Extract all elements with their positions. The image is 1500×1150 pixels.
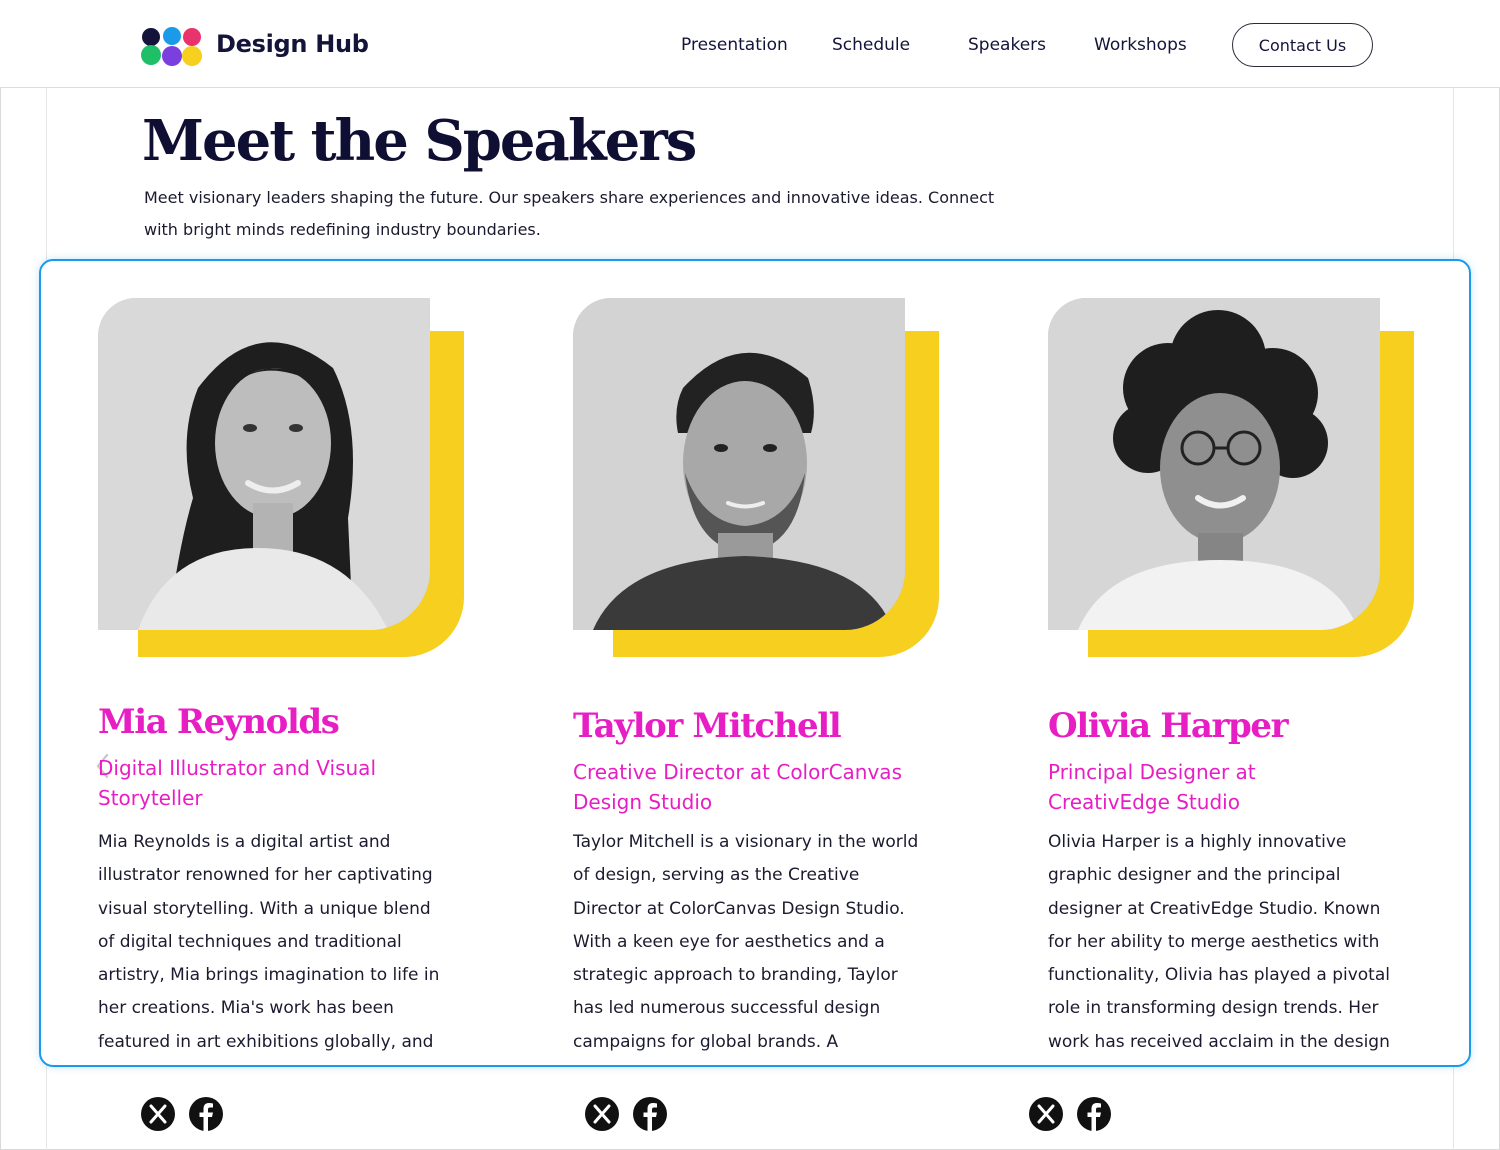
- speaker-name: Taylor Mitchell: [573, 706, 842, 746]
- portrait-woman-long-hair-icon: [98, 298, 430, 630]
- bio-line: featured in art exhibitions globally, an…: [98, 1031, 434, 1052]
- speaker-bio: Olivia Harper is a highly innovative gra…: [1048, 826, 1408, 1059]
- speaker-photo-frame: [98, 298, 468, 668]
- speaker-bio: Taylor Mitchell is a visionary in the wo…: [573, 826, 933, 1059]
- speakers-carousel: Mia Reynolds Digital Illustrator and Vis…: [39, 259, 1471, 1067]
- speaker-bio: Mia Reynolds is a digital artist and ill…: [98, 826, 458, 1059]
- x-icon[interactable]: [1029, 1097, 1063, 1131]
- intro-text: Meet visionary leaders shaping the futur…: [144, 182, 1044, 246]
- bio-line: has led numerous successful design: [573, 998, 881, 1019]
- speaker-name: Olivia Harper: [1048, 706, 1289, 746]
- facebook-icon[interactable]: [633, 1097, 667, 1131]
- bio-line: designer at CreativEdge Studio. Known: [1048, 898, 1381, 919]
- speaker-role: Creative Director at ColorCanvas Design …: [573, 760, 902, 814]
- brand-name[interactable]: Design Hub: [216, 30, 369, 58]
- bio-line: for her ability to merge aesthetics with: [1048, 931, 1380, 952]
- portrait-woman-curly-hair-icon: [1048, 298, 1380, 630]
- speaker-role: Digital Illustrator and Visual Storytell…: [98, 756, 376, 810]
- speaker-card[interactable]: Taylor Mitchell Creative Director at Col…: [516, 261, 939, 1065]
- speaker-photo: [573, 298, 905, 630]
- bio-line: strategic approach to branding, Taylor: [573, 965, 898, 986]
- x-icon[interactable]: [141, 1097, 175, 1131]
- design-hub-logo-icon[interactable]: [141, 27, 203, 67]
- bio-line: artistry, Mia brings imagination to life…: [98, 965, 440, 986]
- speaker-photo-frame: [573, 298, 943, 668]
- bio-line: her creations. Mia's work has been: [98, 998, 394, 1019]
- nav-speakers[interactable]: Speakers: [968, 35, 1046, 55]
- bio-line: Taylor Mitchell is a visionary in the wo…: [573, 832, 919, 852]
- bio-line: Mia Reynolds is a digital artist and: [98, 832, 391, 852]
- bio-line: functionality, Olivia has played a pivot…: [1048, 965, 1390, 986]
- bio-line: role in transforming design trends. Her: [1048, 998, 1379, 1019]
- x-icon[interactable]: [585, 1097, 619, 1131]
- bio-line: visual storytelling. With a unique blend: [98, 898, 431, 919]
- speaker-card[interactable]: Mia Reynolds Digital Illustrator and Vis…: [41, 261, 464, 1065]
- speaker-photo: [1048, 298, 1380, 630]
- bio-line: of digital techniques and traditional: [98, 931, 402, 952]
- speaker-photo-frame: [1048, 298, 1418, 668]
- nav-schedule[interactable]: Schedule: [832, 35, 910, 55]
- speaker-role: Principal Designer at CreativEdge Studio: [1048, 760, 1256, 814]
- bio-line: of design, serving as the Creative: [573, 865, 860, 886]
- bio-line: work has received acclaim in the design: [1048, 1031, 1390, 1052]
- speaker-photo: [98, 298, 430, 630]
- intro-line-1: Meet visionary leaders shaping the futur…: [144, 188, 995, 207]
- portrait-man-beard-icon: [573, 298, 905, 630]
- nav-presentation[interactable]: Presentation: [681, 35, 788, 55]
- speaker-name: Mia Reynolds: [98, 702, 340, 742]
- bio-line: campaigns for global brands. A: [573, 1031, 839, 1052]
- speaker-card[interactable]: Olivia Harper Principal Designer at Crea…: [991, 261, 1414, 1065]
- contact-us-button[interactable]: Contact Us: [1232, 23, 1373, 67]
- nav-workshops[interactable]: Workshops: [1094, 35, 1187, 55]
- intro-line-2: with bright minds redefining industry bo…: [144, 220, 541, 239]
- bio-line: With a keen eye for aesthetics and a: [573, 931, 885, 952]
- bio-line: Director at ColorCanvas Design Studio.: [573, 898, 905, 919]
- site-header: Design Hub Presentation Schedule Speaker…: [0, 0, 1500, 88]
- bio-line: Olivia Harper is a highly innovative: [1048, 832, 1347, 852]
- bio-line: graphic designer and the principal: [1048, 865, 1341, 886]
- page-title: Meet the Speakers: [142, 108, 697, 174]
- bio-line: illustrator renowned for her captivating: [98, 865, 433, 886]
- facebook-icon[interactable]: [1077, 1097, 1111, 1131]
- facebook-icon[interactable]: [189, 1097, 223, 1131]
